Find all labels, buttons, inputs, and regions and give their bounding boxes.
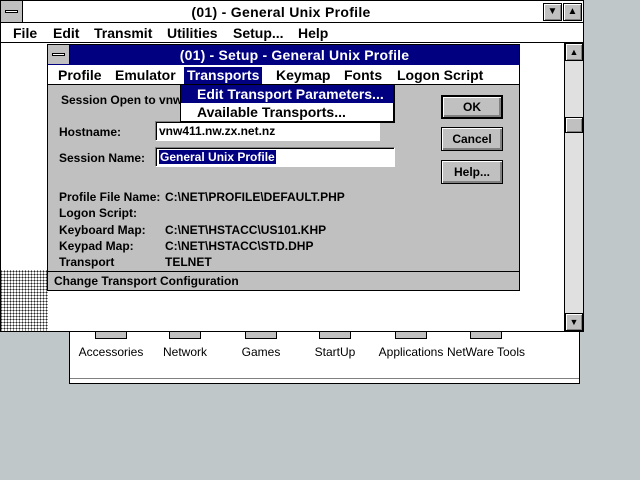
logon-script-label: Logon Script: — [59, 206, 137, 220]
vertical-scrollbar[interactable]: ▲ ▼ — [564, 43, 583, 331]
maximize-button[interactable]: ▲ — [563, 3, 582, 21]
up-arrow-icon: ▲ — [567, 6, 578, 17]
menu-logon-script[interactable]: Logon Script — [394, 67, 486, 85]
transport-value: TELNET — [165, 255, 212, 269]
menu-setup[interactable]: Setup... — [233, 25, 284, 41]
scroll-thumb[interactable] — [565, 117, 583, 133]
setup-dialog: (01) - Setup - General Unix Profile Prof… — [47, 44, 520, 291]
status-bar: Change Transport Configuration — [48, 271, 519, 290]
dialog-title: (01) - Setup - General Unix Profile — [179, 47, 410, 63]
dialog-menu-bar: Profile Emulator Transports Keymap Fonts… — [48, 65, 519, 85]
session-open-text: Session Open to vnw — [61, 93, 183, 107]
dialog-title-bar[interactable]: (01) - Setup - General Unix Profile — [48, 45, 519, 65]
group-label: StartUp — [314, 345, 356, 359]
group-label: Network — [162, 345, 207, 359]
menu-help[interactable]: Help — [298, 25, 328, 41]
dialog-system-menu-box[interactable] — [48, 45, 70, 64]
minimize-button[interactable]: ▼ — [543, 3, 562, 21]
menu-transmit[interactable]: Transmit — [94, 25, 152, 41]
menu-item-available-transports[interactable]: Available Transports... — [181, 103, 393, 121]
hostname-label: Hostname: — [59, 125, 122, 139]
group-label: Accessories — [78, 345, 144, 359]
system-menu-icon — [52, 53, 65, 56]
session-name-input[interactable]: General Unix Profile — [155, 147, 395, 167]
menu-profile[interactable]: Profile — [55, 67, 105, 85]
scroll-down-button[interactable]: ▼ — [565, 313, 583, 331]
menu-fonts[interactable]: Fonts — [341, 67, 385, 85]
dither-pattern — [0, 270, 48, 332]
group-label: NetWare Tools — [446, 345, 526, 359]
cancel-button[interactable]: Cancel — [441, 127, 503, 151]
hostname-input[interactable]: vnw411.nw.zx.net.nz — [155, 121, 380, 141]
group-label: Applications — [378, 345, 444, 359]
hostname-value: vnw411.nw.zx.net.nz — [159, 124, 276, 138]
profile-file-label: Profile File Name: — [59, 190, 161, 204]
group-label: Games — [241, 345, 281, 359]
menu-edit[interactable]: Edit — [53, 25, 79, 41]
down-arrow-icon: ▼ — [569, 317, 579, 327]
down-arrow-icon: ▼ — [547, 6, 558, 17]
transport-label: Transport — [59, 255, 115, 269]
keyboard-map-value: C:\NET\HSTACC\US101.KHP — [165, 223, 327, 237]
system-menu-box[interactable] — [1, 1, 23, 22]
menu-file[interactable]: File — [13, 25, 37, 41]
main-menu-bar: File Edit Transmit Utilities Setup... He… — [1, 23, 583, 43]
menu-utilities[interactable]: Utilities — [167, 25, 218, 41]
keyboard-map-label: Keyboard Map: — [59, 223, 146, 237]
transports-dropdown: Edit Transport Parameters... Available T… — [180, 84, 394, 122]
system-menu-icon — [5, 10, 18, 13]
menu-transports[interactable]: Transports — [184, 67, 263, 85]
window-title: (01) - General Unix Profile — [191, 4, 371, 20]
scroll-up-button[interactable]: ▲ — [565, 43, 583, 61]
profile-file-value: C:\NET\PROFILE\DEFAULT.PHP — [165, 190, 345, 204]
keypad-map-label: Keypad Map: — [59, 239, 134, 253]
session-name-value: General Unix Profile — [159, 150, 276, 164]
main-title-bar[interactable]: (01) - General Unix Profile ▼ ▲ — [1, 1, 583, 23]
menu-emulator[interactable]: Emulator — [112, 67, 179, 85]
session-name-label: Session Name: — [59, 151, 146, 165]
menu-item-edit-transport-parameters[interactable]: Edit Transport Parameters... — [181, 85, 393, 103]
help-button[interactable]: Help... — [441, 160, 503, 184]
ok-button[interactable]: OK — [441, 95, 503, 119]
up-arrow-icon: ▲ — [569, 47, 579, 57]
divider — [70, 378, 579, 380]
menu-keymap[interactable]: Keymap — [273, 67, 333, 85]
keypad-map-value: C:\NET\HSTACC\STD.DHP — [165, 239, 314, 253]
